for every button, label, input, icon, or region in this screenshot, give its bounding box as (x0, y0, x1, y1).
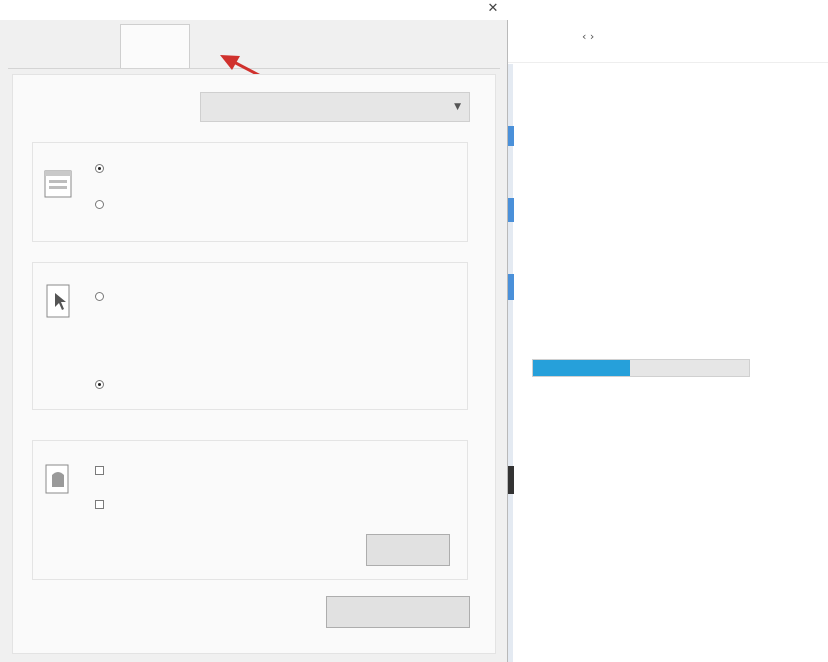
drive-usage-bar (532, 359, 750, 377)
radio-icon (95, 291, 104, 301)
folder-options-dialog: ✕ ▼ (0, 0, 508, 662)
radio-icon (95, 199, 104, 209)
drive-item[interactable] (532, 356, 752, 380)
clear-history-button[interactable] (366, 534, 450, 566)
checkbox-icon (95, 499, 104, 509)
quick-access-marker-icon (508, 198, 514, 222)
nav-arrows[interactable]: ‹ › (582, 30, 594, 43)
open-explorer-select[interactable]: ▼ (200, 92, 470, 122)
window-layout-icon (44, 170, 72, 198)
privacy-group (32, 142, 468, 242)
single-click-option[interactable] (95, 291, 108, 302)
click-behavior-group (32, 262, 468, 410)
radio-selected-icon (95, 163, 104, 173)
double-click-option[interactable] (95, 379, 108, 390)
pointer-document-icon (46, 284, 70, 318)
radio-selected-icon (95, 379, 104, 389)
tab-general[interactable] (10, 46, 52, 68)
quick-access-marker-icon (508, 126, 514, 146)
drive-usage-fill (533, 360, 631, 376)
privacy-hand-icon (45, 464, 69, 494)
show-recent-files-checkbox[interactable] (95, 465, 108, 476)
nav-divider (508, 62, 828, 63)
restore-defaults-button[interactable] (326, 596, 470, 628)
checkbox-icon (95, 465, 104, 475)
tab-view[interactable] (60, 46, 114, 68)
drive-marker-icon (508, 466, 514, 494)
quick-access-marker-icon (508, 274, 514, 300)
explorer-window: ‹ › (508, 0, 828, 662)
dialog-titlebar: ✕ (0, 0, 508, 20)
show-frequent-folders-checkbox[interactable] (95, 499, 108, 510)
privacy-option-1[interactable] (95, 163, 108, 174)
chevron-down-icon: ▼ (454, 102, 461, 112)
close-button[interactable]: ✕ (484, 0, 502, 18)
tab-search[interactable] (120, 24, 190, 68)
navigation-pane-edge (508, 64, 513, 662)
privacy-option-2[interactable] (95, 199, 108, 210)
